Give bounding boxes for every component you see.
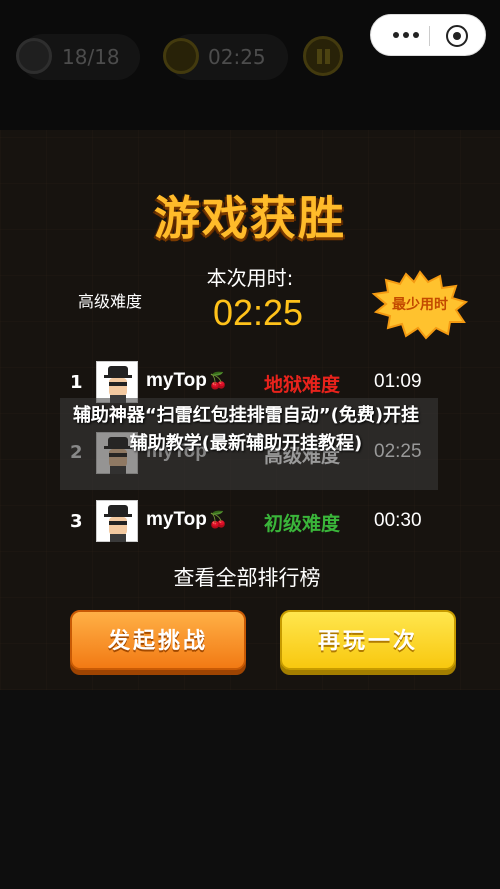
record-time: 01:09: [374, 371, 422, 392]
player-name: myTop: [146, 509, 207, 530]
rank-number: 1: [70, 372, 83, 393]
record-time: 00:30: [374, 510, 422, 531]
miniprogram-capsule: [370, 14, 486, 56]
avatar: [96, 361, 138, 403]
view-all-leaderboard-link[interactable]: 查看全部排行榜: [0, 562, 494, 592]
level-label: 地狱难度: [264, 374, 341, 396]
more-icon[interactable]: [391, 29, 421, 41]
win-title: 游戏获胜: [154, 191, 346, 245]
target-icon[interactable]: [446, 25, 468, 47]
player-name: myTop: [146, 370, 207, 391]
replay-button[interactable]: 再玩一次: [280, 610, 456, 670]
cherry-icon: 🍒: [208, 510, 228, 529]
capsule-divider: [429, 26, 430, 46]
level-label: 初级难度: [264, 513, 341, 535]
badge-label: 最少用时: [392, 297, 448, 313]
overlay-headline: 辅助神器“扫雷红包挂排雷自动”(免费)开挂辅助教学(最新辅助开挂教程): [72, 405, 420, 454]
cherry-icon: 🍒: [208, 371, 228, 390]
rank-number: 3: [70, 511, 83, 532]
challenge-button[interactable]: 发起挑战: [70, 610, 246, 670]
avatar: [96, 500, 138, 542]
